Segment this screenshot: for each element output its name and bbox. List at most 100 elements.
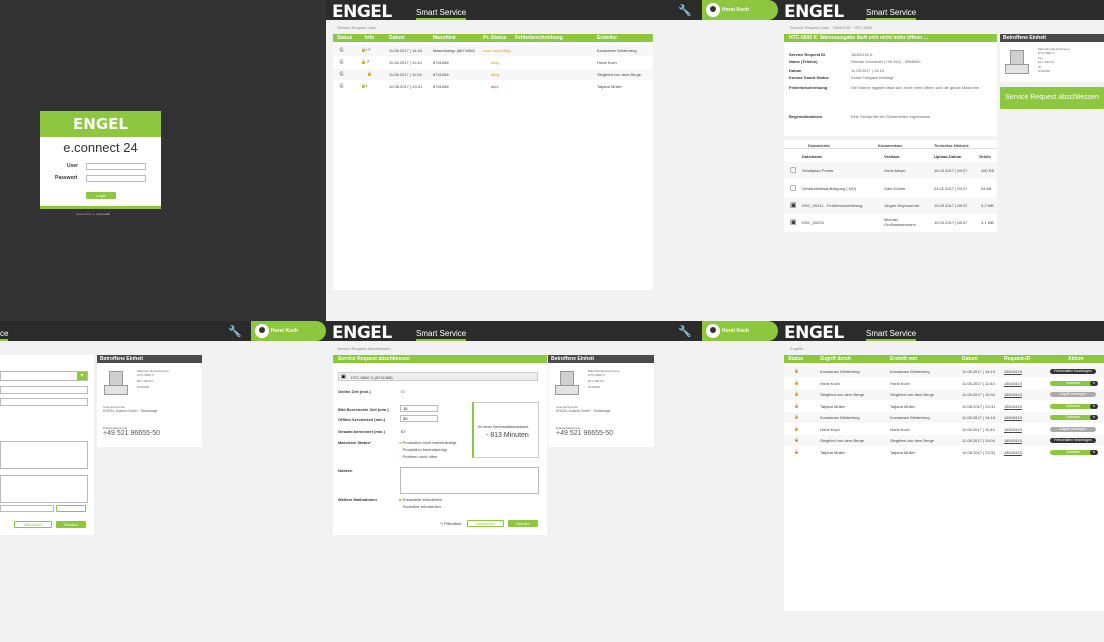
row-request-id[interactable]: 18543415: [1004, 369, 1022, 374]
lock-icon: 🔓: [794, 448, 799, 454]
user-menu[interactable]: Horst Koch: [702, 0, 778, 20]
documents-card: Dokumente Kommentare Techniker-Historie …: [784, 140, 997, 232]
table-row[interactable]: ⛑ 🔒 11.08.2017 | 11:04 8741068 fällig Si…: [333, 69, 653, 80]
wrench-icon[interactable]: 🔧: [228, 325, 242, 338]
doc-name: DSC_00224: [802, 220, 824, 225]
textarea-field[interactable]: [0, 475, 88, 503]
close-request-button[interactable]: Service Request abschliessen: [1000, 87, 1104, 109]
col-datum[interactable]: Datum: [389, 34, 405, 42]
radio-option[interactable]: ● Produktion nicht beeinträchtigt: [399, 440, 456, 445]
input-berechnete-zeit[interactable]: 15: [400, 405, 438, 412]
nav-smart-service[interactable]: Smart Service: [416, 8, 467, 20]
col-ersteller[interactable]: Ersteller: [597, 34, 617, 42]
password-input[interactable]: [86, 175, 146, 182]
image-icon: ▣: [790, 202, 797, 209]
field-label: Fehlerbeschreibung: [789, 85, 828, 90]
col-status[interactable]: Status: [788, 355, 803, 363]
machine-name: HTC-5600 X (8741068): [351, 375, 393, 380]
close-icon[interactable]: ✕: [1090, 403, 1098, 409]
table-row[interactable]: ⛑ 🔓↗ 11.08.2017 | 11:44 8741068 fällig H…: [333, 57, 653, 68]
table-row[interactable]: 🔒 Konstanze Winterberg Konstanze Winterber…: [784, 366, 1104, 377]
radio-option[interactable]: ○ Produktion beeinträchtigt: [399, 447, 447, 452]
table-row[interactable]: 🔒 Siegfried von dem Berge Siegfried von de…: [784, 389, 1104, 400]
col-groesse[interactable]: Größe: [979, 154, 991, 159]
text-field[interactable]: [0, 398, 88, 406]
row-request-id[interactable]: 18543415: [1004, 427, 1022, 432]
col-prio[interactable]: Pr.-Status: [483, 34, 506, 42]
col-status[interactable]: Status: [337, 34, 352, 42]
action-button[interactable]: Freischalten beantragen: [1050, 369, 1096, 374]
input-offline-zeit[interactable]: 30: [400, 415, 438, 422]
nav-smart-service[interactable]: Smart Service: [866, 8, 917, 20]
engel-logo: ENGEL: [332, 2, 392, 22]
doc-row[interactable]: ▣ DSC_00211 - Fehlerbeschreibung Jürgen …: [784, 197, 997, 214]
action-button[interactable]: Freischalten beantragen: [1050, 438, 1096, 443]
nav-smart-service[interactable]: Smart Service: [866, 329, 917, 341]
close-icon[interactable]: ✕: [1090, 449, 1098, 455]
col-verfasst[interactable]: Verfasst: [884, 154, 900, 159]
table-row[interactable]: 🔓 Horst Koch Horst Koch 11.08.2017 | 11:44 1…: [784, 377, 1104, 389]
close-icon[interactable]: ✕: [1090, 380, 1098, 386]
wrench-icon[interactable]: 🔧: [678, 325, 692, 338]
tab-dokumente[interactable]: Dokumente: [808, 143, 830, 148]
nav-smart-service[interactable]: Smart Service: [416, 329, 467, 341]
user-menu[interactable]: Horst Koch: [702, 321, 778, 341]
table-row[interactable]: ⛑ 🔒▪ 10.08.2017 | 23:31 8741068 akut Tat…: [333, 81, 653, 92]
radio-option[interactable]: ○ Problem noch offen: [399, 454, 437, 459]
action-button[interactable]: Zugriff verweigert: [1050, 426, 1096, 432]
row-request-id[interactable]: 18543415: [1004, 415, 1022, 420]
lock-icon: 🔒: [794, 414, 799, 419]
table-row[interactable]: 🔒 Siegfried von dem Berge Siegfried von de…: [784, 435, 1104, 446]
row-request-id[interactable]: 18543415: [1004, 438, 1022, 443]
select-field[interactable]: ▾: [0, 371, 88, 381]
text-field[interactable]: [0, 386, 88, 394]
nav-smart-service[interactable]: ce: [0, 329, 9, 341]
tab-techniker-historie[interactable]: Techniker-Historie: [934, 143, 969, 148]
cancel-button[interactable]: Abbrechen: [14, 521, 52, 528]
cancel-button[interactable]: Abbrechen: [467, 520, 504, 527]
tab-kommentare[interactable]: Kommentare: [878, 143, 902, 148]
row-prio: fällig: [491, 72, 500, 77]
field-label: Datum: [789, 68, 802, 73]
col-datum[interactable]: Datum: [962, 355, 978, 363]
checkbox-option[interactable]: ■ Ersatzteile erforderlich: [399, 497, 442, 502]
notes-textarea[interactable]: [400, 467, 539, 494]
text-field[interactable]: [0, 505, 54, 512]
col-fehler[interactable]: Fehlerbeschreibung: [515, 34, 563, 42]
user-input[interactable]: [86, 163, 146, 170]
col-upload[interactable]: Upload-Datum: [934, 154, 961, 159]
row-request-id[interactable]: 18543415: [1004, 392, 1022, 397]
col-maschine[interactable]: Maschine: [433, 34, 456, 42]
row-request-id[interactable]: 18543415: [1004, 381, 1022, 386]
login-button[interactable]: Login: [86, 192, 116, 199]
col-dateiname[interactable]: Dateiname: [802, 154, 822, 159]
col-erstellt[interactable]: Erstellt von: [890, 355, 917, 363]
col-zugriff[interactable]: Zugriff durch: [820, 355, 851, 363]
doc-row[interactable]: ▢ Schaltplan Fronts Horst Meyer 15.03.20…: [784, 162, 997, 179]
row-date: 11.08.2017 | 10:04: [962, 392, 995, 397]
login-logo-bar: ENGEL: [40, 111, 161, 137]
send-button[interactable]: Senden: [508, 520, 538, 527]
doc-row[interactable]: ▣ DSC_00224 Michael Großwassermann 10.03…: [784, 214, 997, 231]
col-request-id[interactable]: Request-ID: [1004, 355, 1030, 363]
checkbox-option[interactable]: □ Techniker erforderlich: [399, 504, 441, 509]
col-aktion[interactable]: Aktion: [1068, 355, 1084, 363]
textarea-field[interactable]: [0, 441, 88, 469]
row-request-id[interactable]: 18543415: [1004, 450, 1022, 455]
table-row[interactable]: 🔒 Konstanze Winterberg Konstanze Winterber…: [784, 412, 1104, 423]
helmet-icon: ⛑: [339, 59, 345, 64]
machine-select[interactable]: ▣ HTC-5600 X (8741068): [338, 372, 538, 381]
user-menu[interactable]: Horst Koch: [251, 321, 326, 341]
table-row[interactable]: 🔓 Horst Koch Horst Koch 11.08.2017 | 11:44 1…: [784, 423, 1104, 435]
table-row[interactable]: 🔓 Tatjana Müller Tatjana Müller 10.08.2017 …: [784, 446, 1104, 458]
wrench-icon[interactable]: 🔧: [678, 4, 692, 17]
action-button[interactable]: Zugriff verweigert: [1050, 392, 1096, 397]
col-info[interactable]: Info: [365, 34, 374, 42]
send-button[interactable]: Senden: [56, 521, 86, 528]
row-request-id[interactable]: 18543415: [1004, 404, 1022, 409]
close-icon[interactable]: ✕: [1090, 415, 1098, 420]
small-button[interactable]: [56, 505, 86, 512]
table-row[interactable]: 🔓 Tatjana Müller Tatjana Müller 10.08.2017 …: [784, 400, 1104, 412]
table-row[interactable]: ⛑ 🔒▪↗ 11.08.2017 | 14:15 Maschinetyp (88…: [333, 45, 653, 56]
doc-row[interactable]: ▢ Gewährleistsanfertigung (.NO) Gabi Kör…: [784, 180, 997, 197]
